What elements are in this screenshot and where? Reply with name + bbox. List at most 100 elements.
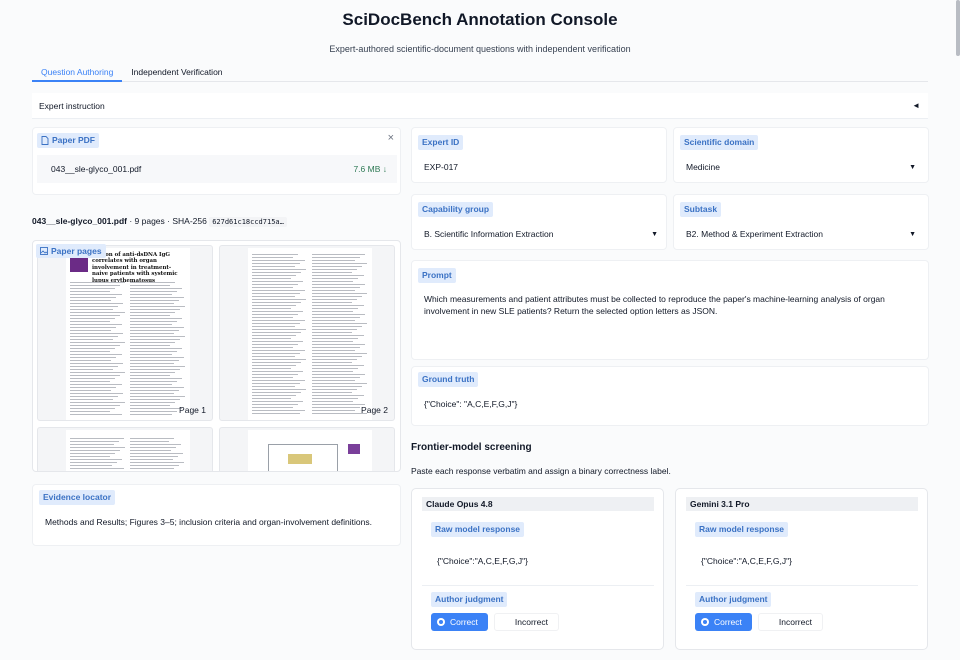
text-line [70,402,125,403]
text-line [312,353,367,354]
text-line [312,269,357,270]
text-line [252,407,293,408]
incorrect-label: Incorrect [514,617,548,627]
dropdown-arrow-icon: ▼ [909,163,916,171]
text-line [130,339,181,340]
text-line [70,405,120,406]
text-line [312,296,362,297]
text-line [70,351,110,352]
text-line [70,456,111,457]
evidence-locator-panel: Evidence locator Methods and Results; Fi… [32,484,401,546]
page-thumbnail-2[interactable]: Page 2 [219,245,395,421]
text-line [312,380,356,381]
text-line [252,266,295,267]
text-line [130,405,171,406]
text-line [70,357,117,358]
divider [422,585,654,586]
text-line [252,356,295,357]
capability-group-select[interactable]: B. Scientific Information Extraction ▼ [418,222,664,246]
text-line [312,290,356,291]
text-line [130,375,171,376]
raw-response-input[interactable]: {"Choice":"A,C,E,F,G,J"} [431,544,656,578]
ground-truth-input[interactable]: {"Choice": "A,C,E,F,G,J"} [424,398,904,410]
prompt-textarea[interactable]: Which measurements and patient attribute… [424,293,900,317]
text-line [252,290,305,291]
text-line [252,257,293,258]
text-line [70,282,125,283]
correct-label: Correct [450,617,478,627]
text-line [252,293,300,294]
text-line [252,308,292,309]
subtask-select[interactable]: B2. Method & Experiment Extraction ▼ [680,222,922,246]
text-line [70,414,122,415]
text-line [130,315,171,316]
text-line [252,314,298,315]
scientific-domain-label: Scientific domain [680,135,759,150]
text-line [312,323,367,324]
expert-instruction-accordion[interactable]: Expert instruction ◄ [32,93,928,119]
text-line [130,372,176,373]
text-line [70,309,114,310]
text-line [312,266,362,267]
text-line [130,471,169,472]
pdf-download-link[interactable]: 7.6 MB ↓ [353,164,387,174]
pdf-file-row[interactable]: 043__sle-glyco_001.pdf 7.6 MB ↓ [37,155,397,183]
text-line [70,321,110,322]
text-line [312,287,361,288]
evidence-locator-input[interactable]: Methods and Results; Figures 3–5; inclus… [45,516,395,528]
text-line [130,348,183,349]
text-line [252,305,297,306]
page-1-title: ylation of anti-dsDNA IgG correlates wit… [92,252,178,284]
text-line [130,312,176,313]
text-line [312,278,359,279]
incorrect-radio[interactable]: Incorrect [757,613,823,631]
text-line [312,371,354,372]
pdf-metadata: 043__sle-glyco_001.pdf · 9 pages · SHA-2… [32,216,287,227]
text-line [130,393,174,394]
text-line [252,413,300,414]
text-line [252,368,292,369]
subtask-value: B2. Method & Experiment Extraction [686,229,824,239]
text-line [70,459,123,460]
text-line [70,300,112,301]
correct-radio[interactable]: Correct [431,613,488,631]
tab-question-authoring[interactable]: Question Authoring [32,66,123,82]
page-thumbnail-3[interactable] [37,427,213,472]
text-line [312,311,354,312]
text-line [130,354,172,355]
correct-radio[interactable]: Correct [695,613,752,631]
incorrect-radio[interactable]: Incorrect [493,613,559,631]
text-line [252,275,297,276]
text-line [130,462,185,463]
page-thumbnail-1[interactable]: ylation of anti-dsDNA IgG correlates wit… [37,245,213,421]
model-name: Claude Opus 4.8 [422,497,654,511]
page-4-figure-accent [348,444,360,454]
scientific-domain-select[interactable]: Medicine ▼ [680,155,922,179]
page-thumbnail-4[interactable] [219,427,395,471]
raw-response-value: {"Choice":"A,C,E,F,G,J"} [437,556,528,566]
file-icon [41,136,49,145]
text-line [70,318,115,319]
text-line [252,299,307,300]
text-line [252,344,298,345]
text-line [312,341,354,342]
text-line [130,468,175,469]
tab-independent-verification[interactable]: Independent Verification [122,66,231,82]
close-icon[interactable]: × [388,132,394,144]
text-line [70,306,119,307]
page-2-label: Page 2 [361,405,388,415]
raw-response-input[interactable]: {"Choice":"A,C,E,F,G,J"} [695,544,911,578]
pdf-file-name[interactable]: 043__sle-glyco_001.pdf [51,164,141,174]
collapse-caret-icon[interactable]: ◄ [912,101,920,110]
text-line [312,386,362,387]
text-line [312,365,364,366]
text-line [70,384,122,385]
text-line [252,302,302,303]
text-line [70,378,115,379]
expert-id-input[interactable]: EXP-017 [418,155,664,179]
text-line [312,350,356,351]
text-line [312,413,367,414]
paper-pdf-label: Paper PDF [37,133,99,148]
divider [686,585,918,586]
scientific-domain-value: Medicine [686,162,721,172]
